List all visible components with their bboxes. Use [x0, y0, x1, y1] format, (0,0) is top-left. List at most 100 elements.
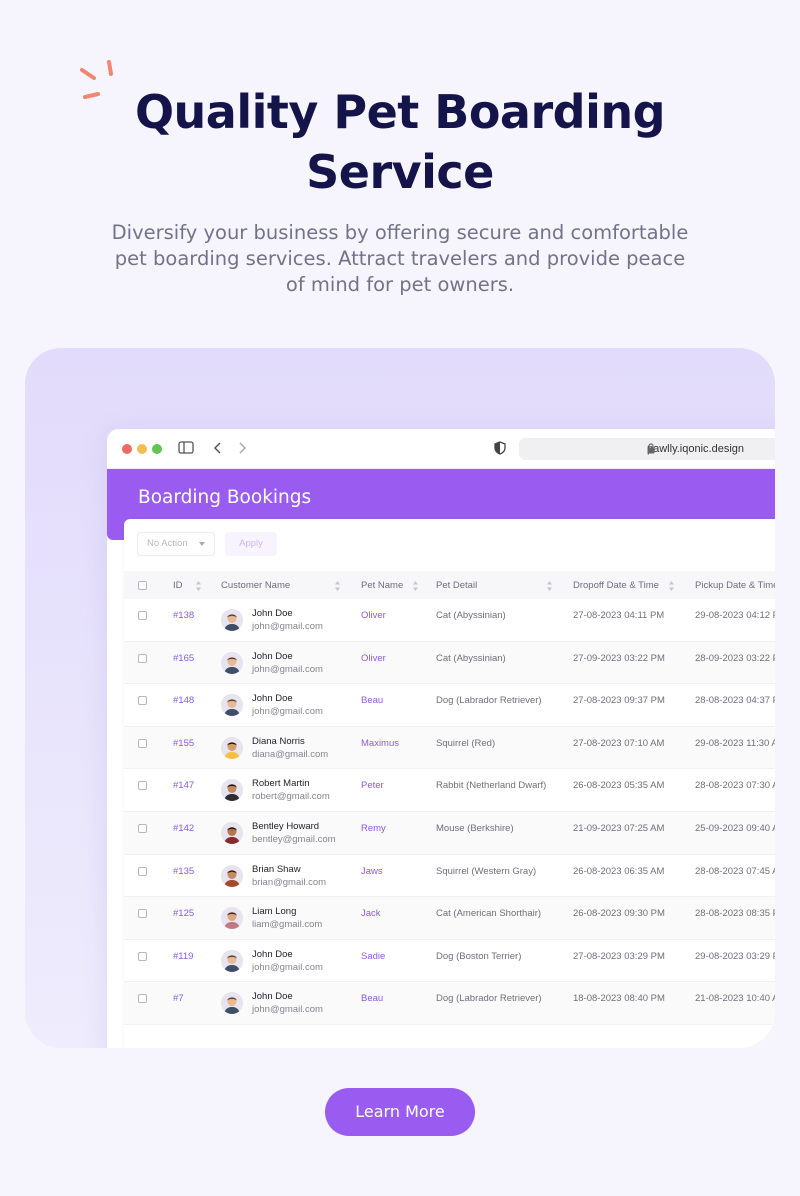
- pet-detail: Mouse (Berkshire): [436, 822, 514, 834]
- avatar: [221, 609, 243, 631]
- shield-icon[interactable]: [494, 441, 506, 455]
- row-checkbox[interactable]: [138, 823, 147, 833]
- forward-arrow-icon[interactable]: [237, 441, 247, 455]
- row-checkbox[interactable]: [138, 781, 147, 791]
- hero-title-line1: Quality Pet Boarding: [134, 85, 666, 139]
- pet-name[interactable]: Jack: [361, 908, 381, 919]
- table-row[interactable]: #165 John Doe john@gmail.com Oliver Cat …: [124, 641, 775, 685]
- booking-id[interactable]: #7: [173, 993, 184, 1004]
- customer-name: Robert Martin: [252, 778, 310, 790]
- table-row[interactable]: #7 John Doe john@gmail.com Beau Dog (Lab…: [124, 982, 775, 1025]
- pet-name[interactable]: Sadie: [361, 951, 385, 962]
- customer-name: Brian Shaw: [252, 863, 301, 875]
- hero-title-line2: Service: [306, 145, 494, 199]
- maximize-window-button[interactable]: [152, 444, 162, 454]
- table-row[interactable]: #147 Robert Martin robert@gmail.com Pete…: [124, 769, 775, 812]
- pet-detail: Cat (Abyssinian): [436, 652, 506, 664]
- pet-name[interactable]: Maximus: [361, 738, 399, 749]
- header-pet-name[interactable]: Pet Name: [361, 580, 403, 591]
- header-customer[interactable]: Customer Name: [221, 580, 290, 591]
- hero-subtitle-line2: pet boarding services. Attract travelers…: [114, 247, 686, 270]
- close-window-button[interactable]: [122, 444, 132, 454]
- minimize-window-button[interactable]: [137, 444, 147, 454]
- customer-name: Diana Norris: [252, 735, 305, 747]
- avatar-image: [221, 821, 243, 844]
- customer-email: robert@gmail.com: [252, 791, 330, 803]
- header-pet-detail[interactable]: Pet Detail: [436, 580, 477, 591]
- pet-name[interactable]: Peter: [361, 780, 384, 791]
- pet-detail: Dog (Labrador Retriever): [436, 993, 542, 1005]
- page-title: Boarding Bookings: [138, 487, 312, 508]
- avatar-image: [221, 651, 243, 674]
- booking-id[interactable]: #147: [173, 780, 194, 791]
- hero-subtitle: Diversify your business by offering secu…: [110, 220, 690, 298]
- table-row[interactable]: #142 Bentley Howard bentley@gmail.com Re…: [124, 811, 775, 855]
- row-checkbox[interactable]: [138, 951, 147, 961]
- pet-detail: Rabbit (Netherland Dwarf): [436, 780, 547, 792]
- back-arrow-icon[interactable]: [213, 441, 223, 455]
- customer-email: john@gmail.com: [252, 663, 323, 675]
- pet-name[interactable]: Oliver: [361, 610, 386, 621]
- booking-id[interactable]: #119: [173, 951, 193, 962]
- booking-id[interactable]: #155: [173, 738, 194, 749]
- pet-name[interactable]: Oliver: [361, 653, 386, 664]
- pet-name[interactable]: Remy: [361, 823, 386, 834]
- table-row[interactable]: #119 John Doe john@gmail.com Sadie Dog (…: [124, 940, 775, 983]
- sort-icon[interactable]: [668, 580, 675, 592]
- header-id[interactable]: ID: [173, 580, 183, 591]
- avatar-image: [221, 694, 243, 717]
- pet-name[interactable]: Beau: [361, 695, 383, 706]
- booking-id[interactable]: #135: [173, 866, 194, 877]
- table-header: ID Customer Name Pet Name Pet Detail Dro…: [124, 571, 775, 599]
- dropoff-datetime: 27-09-2023 03:22 PM: [573, 652, 665, 664]
- sidebar-toggle-icon[interactable]: [178, 441, 194, 455]
- pet-name[interactable]: Jaws: [361, 866, 383, 877]
- booking-id[interactable]: #165: [173, 653, 194, 664]
- row-checkbox[interactable]: [138, 738, 147, 748]
- pet-name[interactable]: Beau: [361, 993, 383, 1004]
- customer-email: john@gmail.com: [252, 621, 323, 632]
- sort-icon[interactable]: [334, 580, 341, 592]
- customer-email: bentley@gmail.com: [252, 833, 336, 845]
- booking-id[interactable]: #138: [173, 610, 194, 621]
- table-row[interactable]: #125 Liam Long liam@gmail.com Jack Cat (…: [124, 897, 775, 940]
- header-dropoff[interactable]: Dropoff Date & Time: [573, 580, 659, 591]
- customer-email: liam@gmail.com: [252, 919, 323, 931]
- row-checkbox[interactable]: [138, 909, 147, 919]
- row-checkbox[interactable]: [138, 653, 147, 663]
- sort-icon[interactable]: [195, 580, 202, 592]
- hero-subtitle-line1: Diversify your business by offering secu…: [111, 221, 689, 244]
- table-row[interactable]: #138 John Doe john@gmail.com Oliver Cat …: [124, 599, 775, 642]
- avatar: [221, 651, 243, 674]
- table-row[interactable]: #135 Brian Shaw brian@gmail.com Jaws Squ…: [124, 855, 775, 898]
- pickup-datetime: 29-08-2023 04:12 PM: [695, 610, 775, 621]
- table-row[interactable]: #148 John Doe john@gmail.com Beau Dog (L…: [124, 684, 775, 727]
- apply-button[interactable]: Apply: [225, 532, 277, 556]
- sort-icon[interactable]: [546, 580, 553, 592]
- header-pickup[interactable]: Pickup Date & Time: [695, 580, 775, 591]
- row-checkbox[interactable]: [138, 696, 147, 706]
- table-row[interactable]: #155 Diana Norris diana@gmail.com Maximu…: [124, 726, 775, 770]
- avatar-image: [221, 864, 243, 887]
- select-all-checkbox[interactable]: [138, 581, 147, 590]
- avatar: [221, 779, 243, 802]
- customer-email: diana@gmail.com: [252, 748, 329, 760]
- avatar: [221, 864, 243, 887]
- booking-id[interactable]: #125: [173, 908, 194, 919]
- sort-icon[interactable]: [412, 580, 419, 592]
- avatar: [221, 992, 243, 1015]
- row-checkbox[interactable]: [138, 994, 147, 1004]
- booking-id[interactable]: #142: [173, 823, 194, 834]
- row-checkbox[interactable]: [138, 611, 147, 620]
- pet-detail: Cat (Abyssinian): [436, 610, 506, 621]
- url-text: pawlly.iqonic.design: [647, 443, 745, 455]
- booking-id[interactable]: #148: [173, 695, 194, 706]
- pickup-datetime: 28-08-2023 08:35 PM: [695, 908, 775, 920]
- bulk-action-select[interactable]: No Action: [137, 532, 215, 556]
- avatar: [221, 694, 243, 717]
- learn-more-button[interactable]: Learn More: [325, 1088, 475, 1136]
- row-checkbox[interactable]: [138, 866, 147, 876]
- pet-detail: Dog (Labrador Retriever): [436, 695, 542, 707]
- customer-name: John Doe: [252, 608, 293, 619]
- customer-name: John Doe: [252, 650, 293, 662]
